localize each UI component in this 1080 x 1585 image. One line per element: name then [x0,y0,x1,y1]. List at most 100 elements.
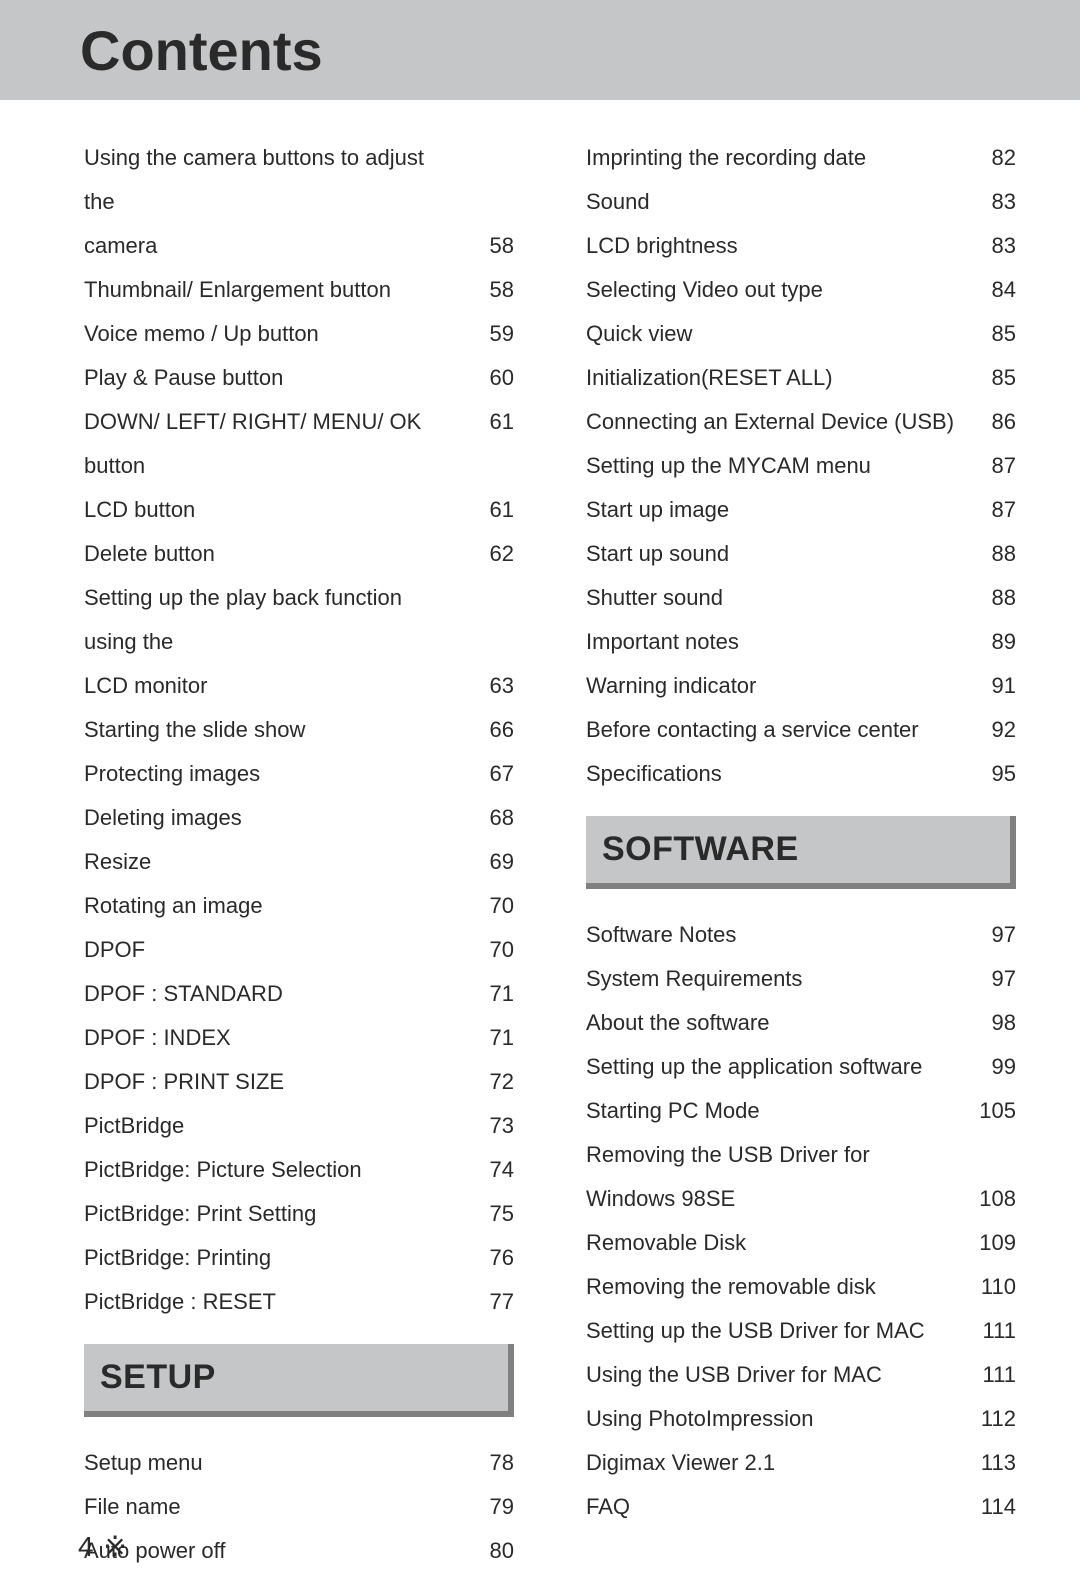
toc-row: Using the camera buttons to adjust the [84,136,514,224]
toc-row: Imprinting the recording date82 [586,136,1016,180]
toc-title: About the software [586,1001,968,1045]
toc-title: Connecting an External Device (USB) [586,400,968,444]
toc-page: 70 [466,928,514,972]
toc-row: PictBridge: Print Setting75 [84,1192,514,1236]
toc-page: 79 [466,1485,514,1529]
toc-row: Setting up the application software99 [586,1045,1016,1089]
toc-title: PictBridge : RESET [84,1280,466,1324]
toc-title: Specifications [586,752,968,796]
toc-title: Digimax Viewer 2.1 [586,1441,968,1485]
toc-page: 87 [968,444,1016,488]
toc-row: Shutter sound88 [586,576,1016,620]
toc-page: 61 [466,488,514,532]
toc-row: Deleting images68 [84,796,514,840]
toc-row: PictBridge73 [84,1104,514,1148]
toc-row: About the software98 [586,1001,1016,1045]
toc-row: Setting up the USB Driver for MAC111 [586,1309,1016,1353]
toc-title: Starting PC Mode [586,1089,968,1133]
toc-page: 84 [968,268,1016,312]
toc-title: Removable Disk [586,1221,968,1265]
toc-title: Start up image [586,488,968,532]
toc-title: Language [84,1573,466,1585]
toc-title: Delete button [84,532,466,576]
toc-page: 86 [968,400,1016,444]
toc-title: Protecting images [84,752,466,796]
toc-row: Voice memo / Up button59 [84,312,514,356]
toc-page: 82 [968,136,1016,180]
toc-title: Removing the removable disk [586,1265,968,1309]
section-header-setup: SETUP [84,1344,514,1417]
toc-row: Before contacting a service center92 [586,708,1016,752]
toc-page: 58 [466,224,514,268]
toc-row: DPOF70 [84,928,514,972]
page-number: 4 ※ [78,1530,128,1563]
toc-title: Voice memo / Up button [84,312,466,356]
toc-row: Language81 [84,1573,514,1585]
toc-title: File name [84,1485,466,1529]
toc-title: Shutter sound [586,576,968,620]
toc-row: Selecting Video out type84 [586,268,1016,312]
toc-row: Auto power off80 [84,1529,514,1573]
left-column: Using the camera buttons to adjust theca… [84,136,514,1515]
toc-title: FAQ [586,1485,968,1529]
toc-page: 72 [466,1060,514,1104]
toc-page: 88 [968,576,1016,620]
toc-page: 61 [466,400,514,444]
toc-title: Removing the USB Driver for [586,1133,968,1177]
toc-title: Using the USB Driver for MAC [586,1353,968,1397]
toc-page: 87 [968,488,1016,532]
toc-row: Start up sound88 [586,532,1016,576]
toc-page: 97 [968,913,1016,957]
toc-title: DPOF : INDEX [84,1016,466,1060]
section-heading: SETUP [100,1358,492,1397]
toc-page: 97 [968,957,1016,1001]
toc-page: 63 [466,664,514,708]
toc-page: 83 [968,224,1016,268]
toc-page: 88 [968,532,1016,576]
toc-title: Before contacting a service center [586,708,968,752]
toc-title: Resize [84,840,466,884]
toc-row: Rotating an image70 [84,884,514,928]
toc-list-right-software: Software Notes97System Requirements97Abo… [586,913,1016,1529]
toc-page: 113 [968,1441,1016,1485]
toc-title: LCD monitor [84,664,466,708]
toc-title: Start up sound [586,532,968,576]
toc-title: PictBridge [84,1104,466,1148]
content-area: Using the camera buttons to adjust theca… [84,136,1016,1515]
toc-page: 98 [968,1001,1016,1045]
toc-row: System Requirements97 [586,957,1016,1001]
toc-title: LCD brightness [586,224,968,268]
toc-row: File name79 [84,1485,514,1529]
toc-row: Removable Disk109 [586,1221,1016,1265]
toc-row: LCD brightness83 [586,224,1016,268]
toc-title: Auto power off [84,1529,466,1573]
toc-title: DPOF : STANDARD [84,972,466,1016]
toc-page: 114 [968,1485,1016,1529]
toc-page: 92 [968,708,1016,752]
right-column: Imprinting the recording date82Sound83LC… [586,136,1016,1515]
toc-row: Important notes89 [586,620,1016,664]
toc-page: 59 [466,312,514,356]
toc-page: 71 [466,972,514,1016]
toc-title: Important notes [586,620,968,664]
toc-title: Setting up the play back function using … [84,576,466,664]
toc-row: Removing the removable disk110 [586,1265,1016,1309]
toc-page: 89 [968,620,1016,664]
toc-page: 95 [968,752,1016,796]
toc-title: DPOF [84,928,466,972]
toc-row: Setting up the play back function using … [84,576,514,664]
toc-row: PictBridge : RESET77 [84,1280,514,1324]
toc-title: Quick view [586,312,968,356]
toc-row: DPOF : PRINT SIZE72 [84,1060,514,1104]
toc-title: LCD button [84,488,466,532]
toc-row: FAQ114 [586,1485,1016,1529]
toc-page: 80 [466,1529,514,1573]
toc-row: Start up image87 [586,488,1016,532]
toc-row: PictBridge: Printing76 [84,1236,514,1280]
toc-page: 75 [466,1192,514,1236]
toc-row: Sound83 [586,180,1016,224]
toc-row: Using PhotoImpression112 [586,1397,1016,1441]
toc-title: camera [84,224,466,268]
toc-title: System Requirements [586,957,968,1001]
toc-page: 74 [466,1148,514,1192]
